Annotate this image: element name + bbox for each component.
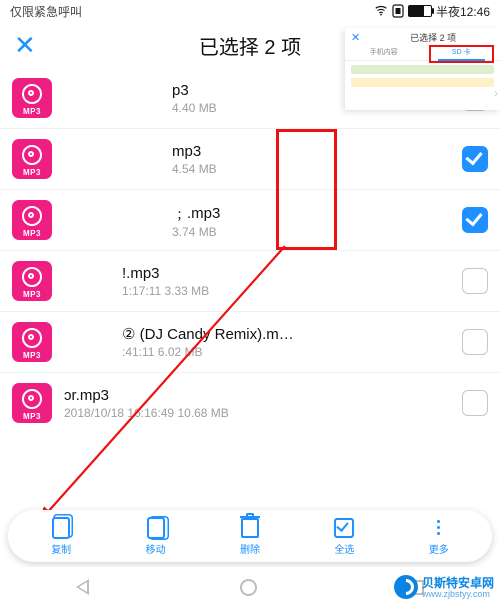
inset-close-icon: ✕ (351, 31, 360, 44)
highlight-checkboxes (276, 129, 337, 250)
wifi-icon (374, 3, 388, 17)
file-checkbox[interactable] (462, 390, 488, 416)
inset-tab-left: 手机内容 (345, 46, 423, 60)
move-icon (145, 517, 167, 539)
file-row[interactable]: MP3mp34.54 MB (0, 128, 500, 189)
watermark: 贝斯特安卓网 www.zjbstyy.com (394, 574, 494, 599)
file-checkbox[interactable] (462, 268, 488, 294)
file-text: ɔr.mp3 2018/10/18 16:16:49 10.68 MB (52, 387, 462, 420)
sim-icon (392, 4, 404, 18)
file-checkbox[interactable] (462, 207, 488, 233)
inset-chevron-icon: › (494, 86, 498, 100)
inset-tab-right: SD 卡 (423, 46, 500, 60)
status-left-text: 仅限紧急呼叫 (10, 3, 82, 20)
mp3-icon: MP3 (12, 322, 52, 362)
file-text: ② (DJ Candy Remix).m… :41:11 6.02 MB (52, 325, 462, 359)
action-bar: 复制 移动 删除 全选 更多 (8, 510, 492, 562)
action-move-label: 移动 (146, 541, 166, 556)
file-text: mp34.54 MB (52, 143, 462, 176)
file-list: MP3p34.40 MBMP3mp34.54 MBMP3﹔.mp3 3.74 M… (0, 68, 500, 541)
trash-icon (239, 517, 261, 539)
action-select-all[interactable]: 全选 (320, 517, 368, 556)
inset-title: 已选择 2 项 (366, 31, 500, 44)
mp3-icon: MP3 (12, 78, 52, 118)
copy-icon (50, 517, 72, 539)
file-row[interactable]: MP3 !.mp3 1:17:11 3.33 MB (0, 250, 500, 311)
inset-bar-2 (351, 78, 494, 87)
action-more-label: 更多 (429, 541, 449, 556)
action-move[interactable]: 移动 (132, 517, 180, 556)
file-text: !.mp3 1:17:11 3.33 MB (52, 265, 462, 298)
status-time: 半夜12:46 (436, 3, 490, 20)
file-row[interactable]: MP3 ɔr.mp3 2018/10/18 16:16:49 10.68 MB (0, 372, 500, 433)
nav-back-icon[interactable] (76, 579, 89, 595)
action-copy[interactable]: 复制 (37, 517, 85, 556)
file-meta: 2018/10/18 16:16:49 10.68 MB (64, 406, 462, 420)
inset-bar-1 (351, 65, 494, 74)
action-delete[interactable]: 删除 (226, 517, 274, 556)
file-checkbox[interactable] (462, 146, 488, 172)
watermark-line1: 贝斯特安卓网 (422, 576, 494, 590)
file-name: !.mp3 (122, 265, 462, 282)
close-icon[interactable]: ✕ (14, 32, 36, 58)
nav-home-icon[interactable] (240, 579, 257, 596)
action-delete-label: 删除 (240, 541, 260, 556)
file-name: ② (DJ Candy Remix).m… (122, 325, 462, 343)
file-meta: :41:11 6.02 MB (122, 345, 462, 359)
battery-icon (408, 5, 432, 17)
inset-highlight (429, 45, 495, 63)
mp3-icon: MP3 (12, 383, 52, 423)
status-right: 半夜12:46 (374, 3, 490, 20)
status-bar: 仅限紧急呼叫 半夜12:46 (0, 0, 500, 22)
file-name: ɔr.mp3 (64, 387, 462, 404)
file-meta: 1:17:11 3.33 MB (122, 284, 462, 298)
watermark-logo-icon (394, 575, 418, 599)
inset-preview: ✕ 已选择 2 项 手机内容 SD 卡 › (345, 28, 500, 110)
file-checkbox[interactable] (462, 329, 488, 355)
more-icon (428, 517, 450, 539)
mp3-icon: MP3 (12, 139, 52, 179)
action-select-all-label: 全选 (334, 541, 354, 556)
file-text: ﹔.mp3 3.74 MB (52, 202, 462, 239)
action-copy-label: 复制 (51, 541, 71, 556)
action-more[interactable]: 更多 (415, 517, 463, 556)
file-row[interactable]: MP3﹔.mp3 3.74 MB (0, 189, 500, 250)
select-all-icon (333, 517, 355, 539)
watermark-line2: www.zjbstyy.com (422, 589, 494, 599)
mp3-icon: MP3 (12, 261, 52, 301)
mp3-icon: MP3 (12, 200, 52, 240)
file-row[interactable]: MP3 ② (DJ Candy Remix).m… :41:11 6.02 MB (0, 311, 500, 372)
